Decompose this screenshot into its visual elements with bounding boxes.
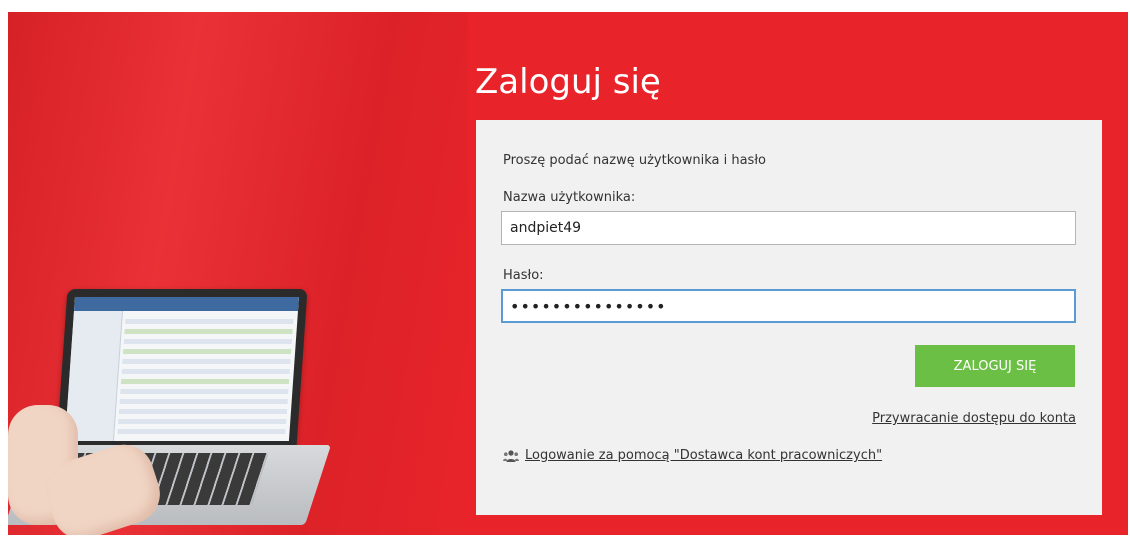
- page-title: Zaloguj się: [475, 62, 661, 102]
- login-background: Zaloguj się Proszę podać nazwę użytkowni…: [8, 12, 1128, 547]
- login-panel: Proszę podać nazwę użytkownika i hasło N…: [476, 120, 1102, 515]
- login-instruction: Proszę podać nazwę użytkownika i hasło: [503, 153, 766, 168]
- login-button[interactable]: ZALOGUJ SIĘ: [915, 345, 1075, 387]
- username-label: Nazwa użytkownika:: [503, 190, 636, 205]
- password-label: Hasło:: [503, 268, 544, 283]
- laptop-illustration: [8, 287, 338, 547]
- bottom-strip: [0, 535, 1130, 547]
- provider-login-link[interactable]: Logowanie za pomocą "Dostawca kont praco…: [503, 448, 882, 463]
- laptop-lid: [56, 289, 308, 447]
- users-icon: [503, 449, 519, 462]
- provider-login-label: Logowanie za pomocą "Dostawca kont praco…: [525, 448, 883, 463]
- password-input[interactable]: [501, 289, 1076, 323]
- recover-account-link[interactable]: Przywracanie dostępu do konta: [872, 411, 1076, 426]
- laptop-screen: [64, 297, 299, 441]
- username-input[interactable]: [501, 211, 1076, 245]
